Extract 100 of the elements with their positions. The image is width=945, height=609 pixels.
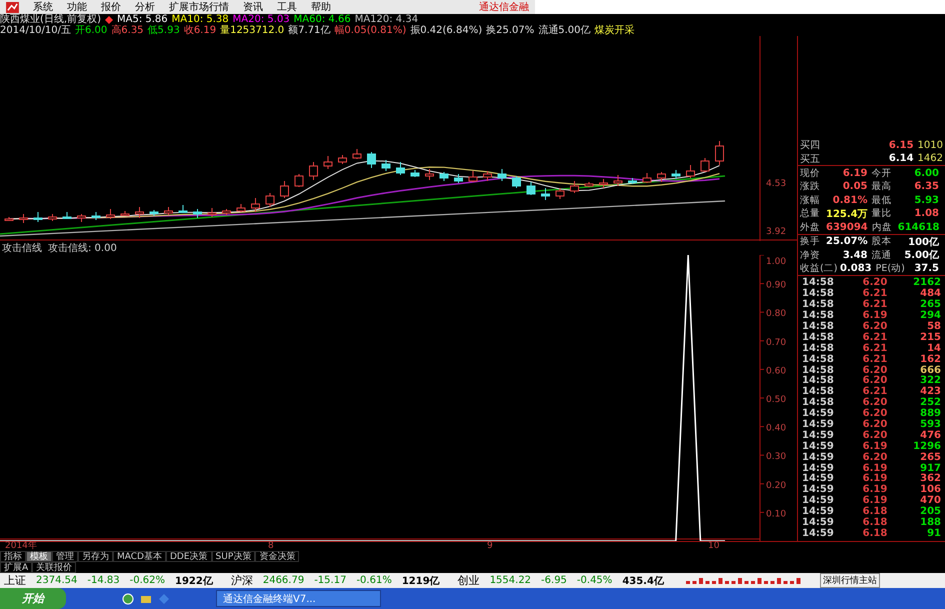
tick-price: 6.19 [862, 484, 888, 496]
quote-value: 6.00 [913, 168, 940, 179]
tab[interactable]: 资金决策 [255, 551, 300, 562]
candlestick [62, 212, 72, 220]
menu-item[interactable]: 资讯 [243, 0, 263, 14]
axis-tick-label: 0.10 [766, 510, 786, 520]
menu-item[interactable]: 报价 [101, 0, 121, 14]
tick-time: 14:59 [802, 517, 835, 528]
axis-tick-label: 0.30 [766, 452, 786, 463]
quote-label: 最低 [872, 194, 892, 207]
index-amount: 1922亿 [175, 574, 213, 588]
tab[interactable]: DDE决策 [166, 551, 212, 562]
index-change: -15.17 [314, 575, 346, 586]
tick-volume: 205 [919, 506, 941, 518]
tick-time: 14:58 [802, 397, 835, 408]
time-axis-label: 10 [708, 541, 720, 552]
tick-time: 14:59 [802, 408, 835, 420]
tick-price: 6.21 [862, 288, 888, 300]
tick-volume: 265 [919, 299, 941, 310]
candlestick [208, 208, 216, 218]
tick-price: 6.18 [862, 528, 888, 539]
tick-volume: 215 [919, 332, 941, 343]
quote-value: 5.93 [913, 194, 940, 206]
tick-volume: 470 [919, 495, 941, 506]
quote-value: 0.083 [839, 263, 873, 274]
quote-field: 幅0.05(0.81%) [334, 25, 406, 36]
server-label: 深圳行情主站 [820, 573, 880, 588]
candlestick [672, 170, 680, 180]
quote-label: 买五 [800, 152, 820, 166]
candlestick [628, 178, 637, 185]
tick-volume: 666 [919, 364, 941, 376]
tick-price: 6.20 [862, 277, 888, 288]
tick-volume: 265 [919, 452, 941, 463]
tick-time: 14:59 [802, 528, 835, 539]
tick-volume: 58 [926, 321, 941, 332]
candlestick [178, 204, 188, 214]
tick-volume: 162 [919, 354, 941, 365]
tab[interactable]: SUP决策 [212, 551, 256, 562]
candlestick [570, 180, 579, 194]
menu-item[interactable]: 工具 [277, 0, 297, 14]
tick-time: 14:58 [802, 321, 835, 332]
menu-item[interactable]: 分析 [135, 0, 155, 14]
start-button[interactable]: 开始 [0, 588, 66, 609]
taskbar-window-button[interactable]: 通达信金融终端V7... [216, 590, 381, 607]
candlestick [440, 172, 448, 182]
candlestick [222, 208, 231, 216]
brand-label: 通达信金融 [479, 0, 529, 14]
candlestick [700, 158, 710, 173]
quote-label: 流通 [872, 248, 892, 262]
menu-item[interactable]: 功能 [67, 0, 87, 14]
tab[interactable]: 模板 [26, 551, 52, 562]
candlestick [251, 198, 260, 213]
tab[interactable]: 指标 [0, 551, 26, 562]
indicator-reading: 攻击信线: 0.00 [48, 242, 117, 256]
tick-price: 6.19 [862, 495, 888, 506]
axis-tick-label: 0.60 [766, 366, 786, 377]
tab[interactable]: 扩展A [0, 562, 32, 573]
candlestick [309, 162, 318, 181]
index-percent: -0.62% [130, 575, 165, 586]
tick-price: 6.18 [862, 506, 888, 518]
tick-volume: 322 [919, 375, 941, 386]
tab[interactable]: 管理 [52, 551, 78, 562]
candlestick [324, 156, 332, 170]
quote-label: 换手 [800, 235, 821, 248]
tab[interactable]: 关联报价 [32, 562, 76, 573]
quote-value: 0.81% [832, 194, 868, 206]
axis-tick-label: 0.50 [766, 395, 786, 406]
index-change: -14.83 [87, 575, 120, 586]
candlestick [266, 192, 274, 208]
tick-volume: 106 [919, 484, 941, 496]
index-amount: 1219亿 [402, 574, 440, 588]
tab[interactable]: 另存为 [78, 551, 113, 562]
menu-item[interactable]: 扩展市场行情 [169, 0, 229, 14]
tick-time: 14:58 [802, 299, 835, 310]
axis-tick-label: 0.90 [766, 281, 786, 292]
time-axis-label: 2014年 [5, 541, 37, 552]
tick-volume: 252 [919, 397, 941, 408]
date-label: 2014/10/10/五 [0, 25, 72, 36]
candlestick [280, 180, 289, 199]
menu-item[interactable]: 系统 [33, 0, 53, 14]
quote-field: 换25.07% [486, 25, 534, 36]
quote-value: 5.00亿 [903, 248, 940, 262]
candlestick [396, 162, 405, 176]
tab[interactable]: MACD基本 [113, 551, 166, 562]
quote-label: 最高 [872, 180, 892, 194]
quote-value: 25.07% [826, 236, 869, 248]
quote-label: 外盘 [800, 220, 821, 234]
index-change: -6.95 [541, 575, 567, 586]
menu-item[interactable]: 帮助 [311, 0, 331, 14]
candlestick [483, 170, 492, 182]
tick-volume: 889 [919, 408, 941, 420]
candlestick [454, 174, 463, 184]
candlestick [614, 174, 622, 187]
quote-label: 净资 [800, 248, 821, 262]
tick-time: 14:59 [802, 473, 835, 484]
candlestick [92, 212, 100, 221]
tick-time: 14:58 [802, 375, 835, 386]
tick-volume: 362 [919, 473, 941, 484]
candlestick [715, 140, 724, 166]
quote-label: 涨跌 [800, 180, 821, 194]
